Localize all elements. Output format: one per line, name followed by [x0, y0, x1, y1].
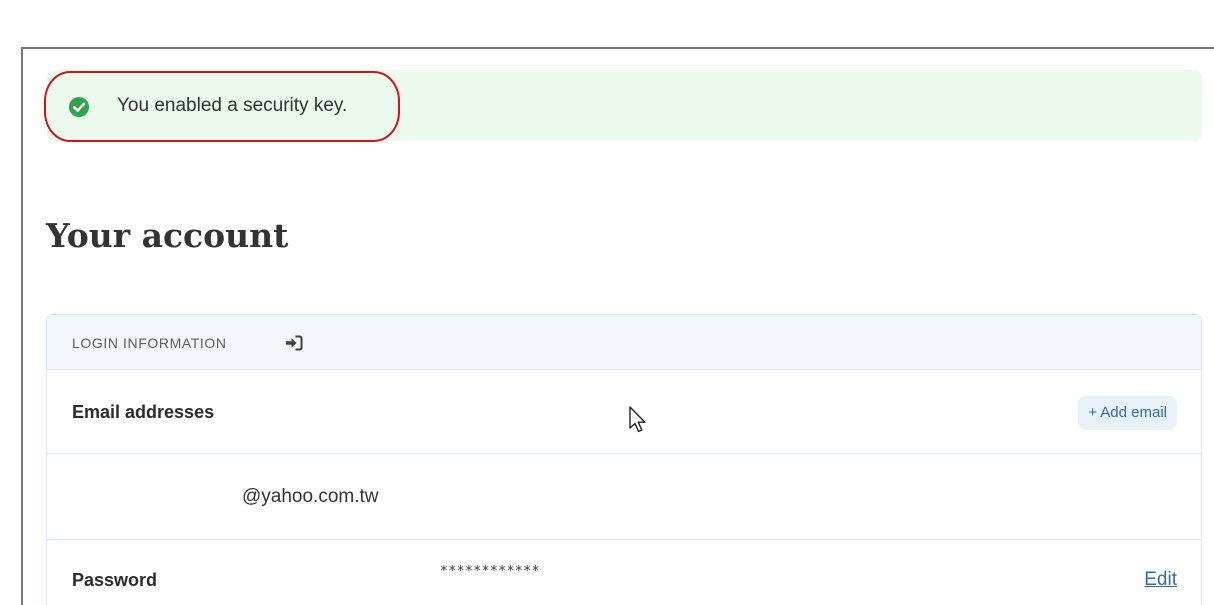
sign-in-icon	[285, 335, 303, 351]
card-header: LOGIN INFORMATION	[47, 315, 1201, 370]
page-title: Your account	[46, 216, 289, 255]
password-label: Password	[72, 570, 158, 590]
email-address-value: @yahoo.com.tw	[242, 486, 379, 507]
alert-message: You enabled a security key.	[117, 95, 348, 116]
email-addresses-label: Email addresses	[72, 402, 215, 422]
password-masked-value: ************	[440, 564, 540, 579]
add-email-button[interactable]: + Add email	[1078, 396, 1177, 430]
card-header-label: LOGIN INFORMATION	[72, 335, 227, 351]
email-list-item: @yahoo.com.tw	[47, 454, 1201, 540]
email-addresses-row: Email addresses + Add email	[47, 370, 1201, 454]
edit-password-link[interactable]: Edit	[1144, 569, 1177, 591]
password-row: Password ************ Edit	[47, 540, 1201, 605]
login-information-card: LOGIN INFORMATION Email addresses + Add …	[46, 314, 1202, 605]
check-circle-icon	[69, 97, 89, 117]
